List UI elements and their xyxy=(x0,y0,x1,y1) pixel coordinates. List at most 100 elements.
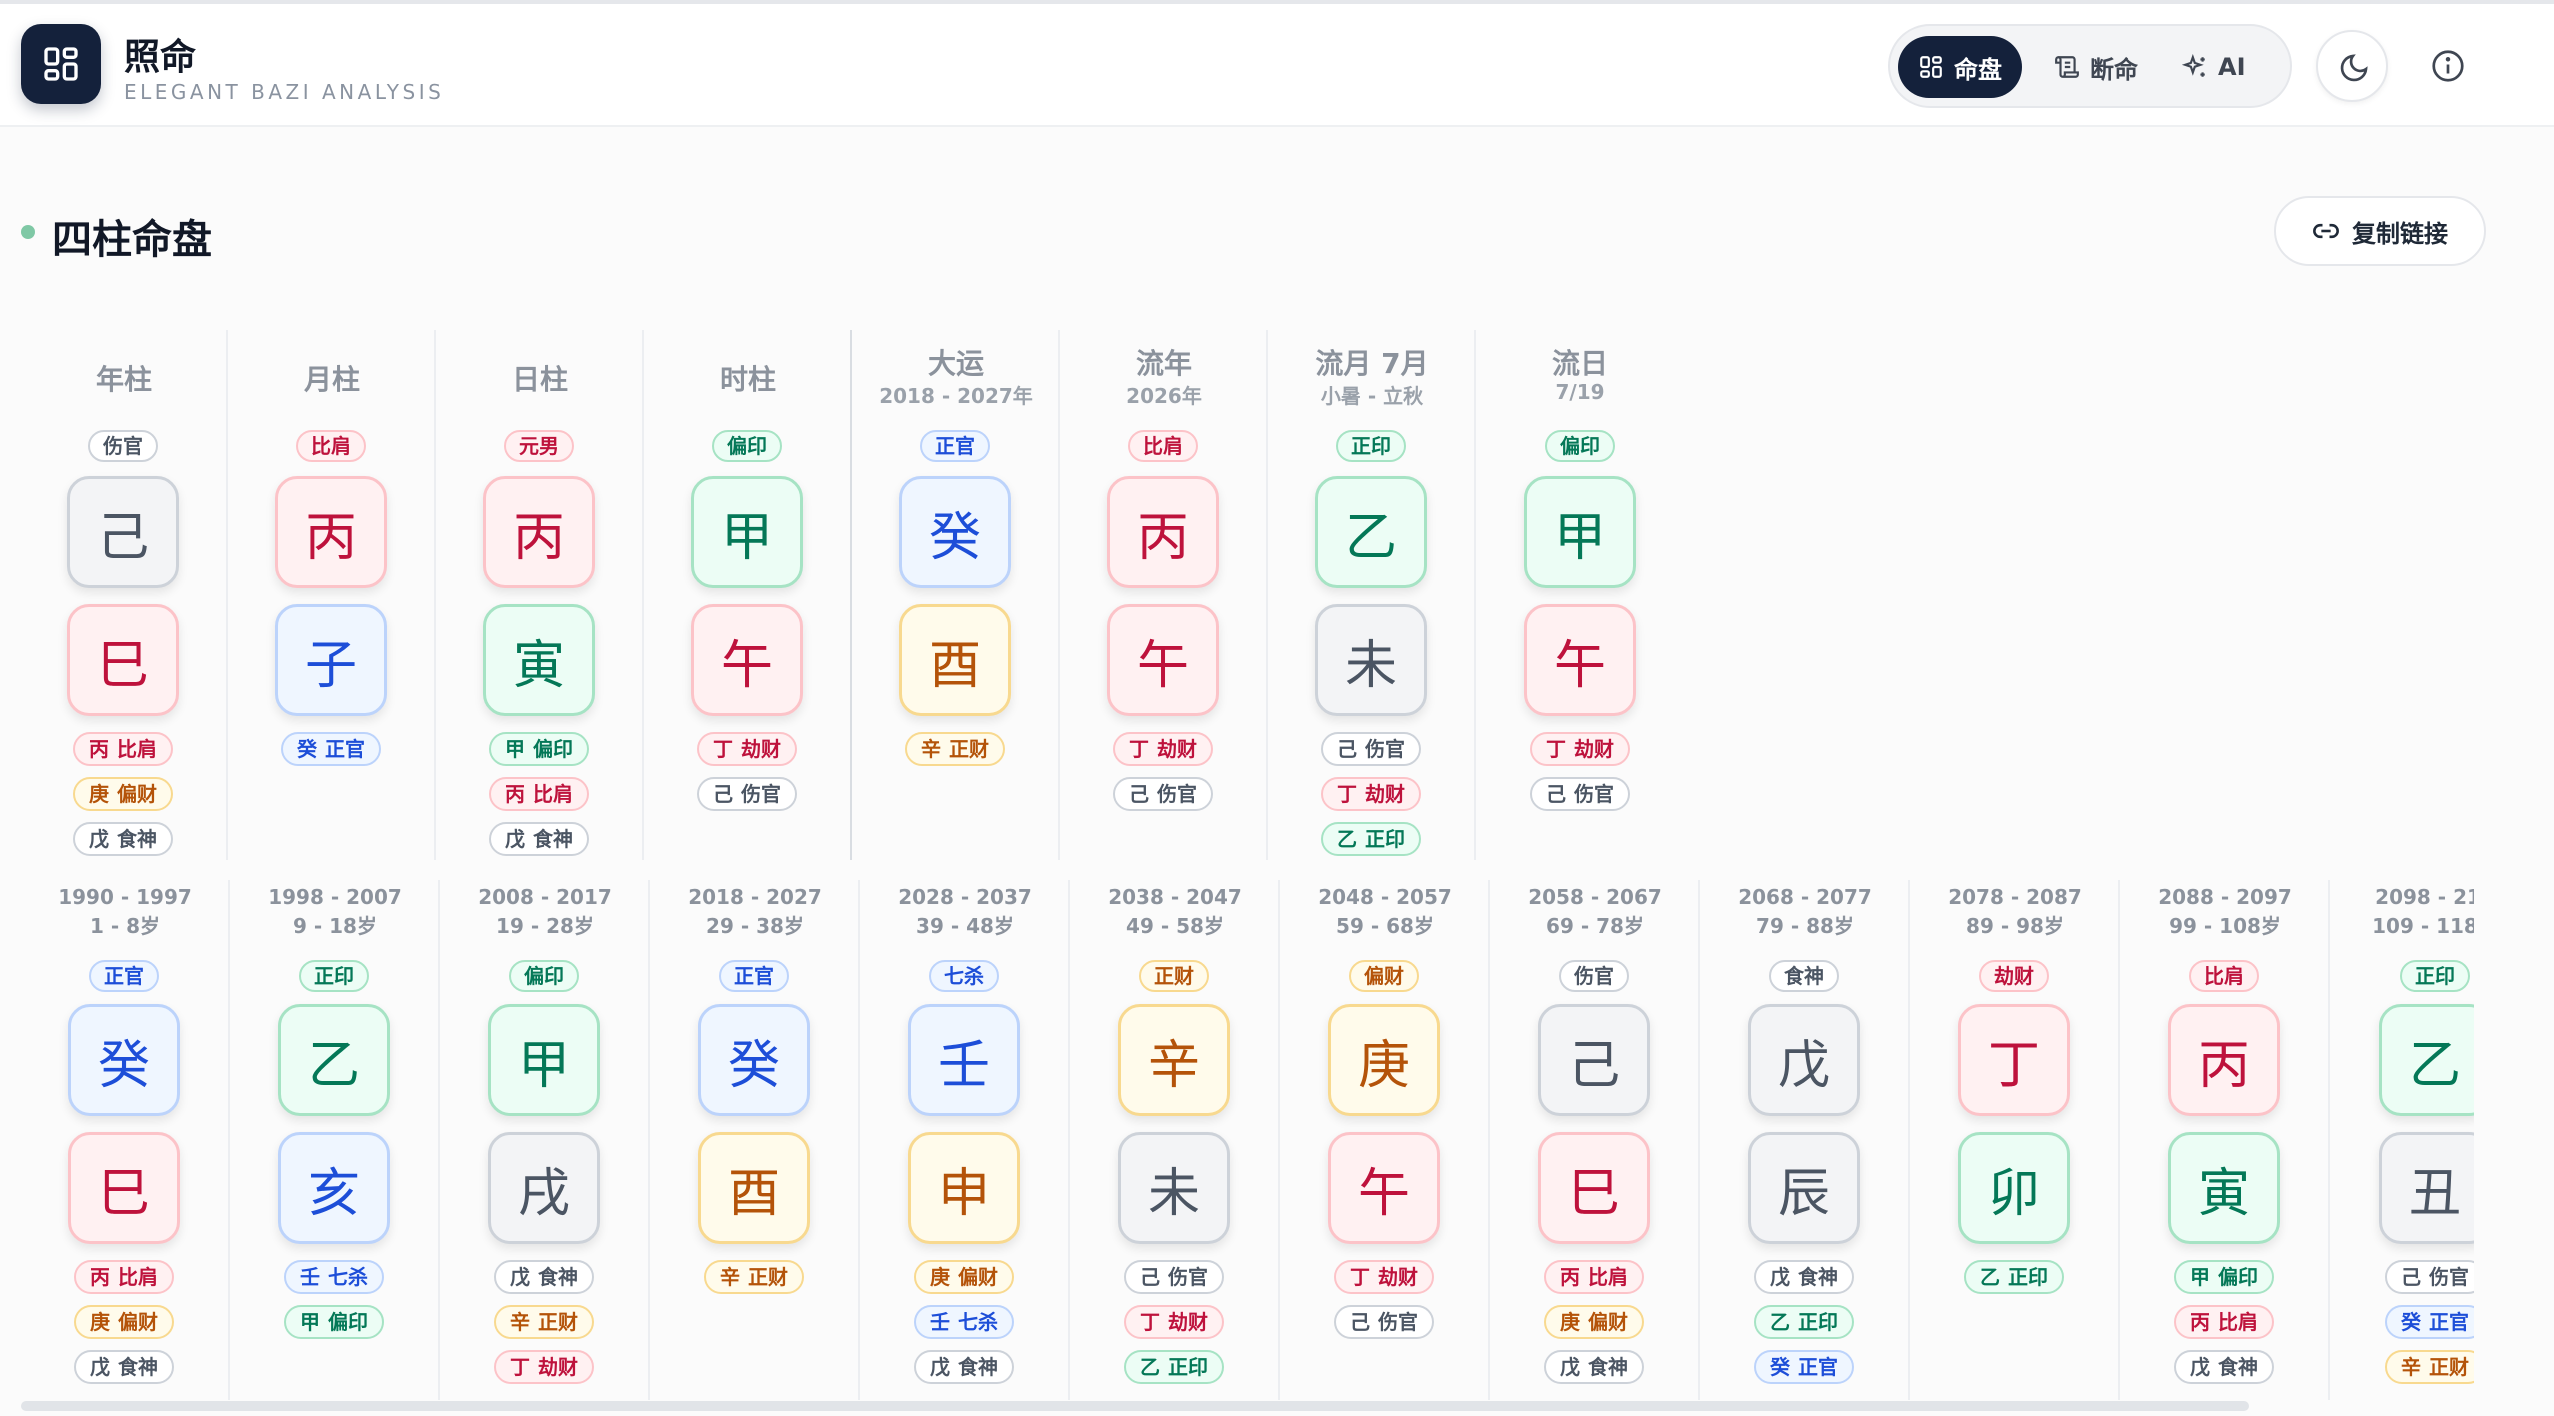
dayun-year-range: 1998 - 2007 xyxy=(268,885,402,909)
tab-ai[interactable]: AI xyxy=(2162,36,2266,98)
hidden-stem-char: 辛 xyxy=(720,1265,740,1289)
heavenly-stem-tile[interactable]: 甲 xyxy=(488,1004,600,1116)
dayun-column[interactable]: 2008 - 2017 19 - 28岁 偏印甲戌戊食神辛正财丁劫财 xyxy=(440,880,650,1400)
tab-mingpan[interactable]: 命盘 xyxy=(1898,36,2022,98)
horizontal-scrollbar[interactable] xyxy=(21,1401,2249,1411)
heavenly-stem-tile[interactable]: 辛 xyxy=(1118,1004,1230,1116)
heavenly-stem-tile[interactable]: 丙 xyxy=(1107,476,1219,588)
ten-god-badge: 正官 xyxy=(89,960,159,992)
dayun-column[interactable]: 1998 - 2007 9 - 18岁 正印乙亥壬七杀甲偏印 xyxy=(230,880,440,1400)
pillar-title: 日柱 xyxy=(511,363,568,396)
heavenly-stem-tile[interactable]: 丁 xyxy=(1958,1004,2070,1116)
hidden-stem-badge: 己伤官 xyxy=(1530,777,1630,811)
hidden-stem-god: 正官 xyxy=(2429,1310,2469,1334)
hidden-stem-char: 壬 xyxy=(930,1310,950,1334)
hidden-stem-god: 劫财 xyxy=(1168,1310,1208,1334)
heavenly-stem-tile[interactable]: 癸 xyxy=(698,1004,810,1116)
ten-god-badge: 正印 xyxy=(1336,430,1406,462)
dayun-column[interactable]: 2078 - 2087 89 - 98岁 劫财丁卯乙正印 xyxy=(1910,880,2120,1400)
dayun-column[interactable]: 2088 - 2097 99 - 108岁 比肩丙寅甲偏印丙比肩戊食神 xyxy=(2120,880,2330,1400)
dayun-column[interactable]: 2068 - 2077 79 - 88岁 食神戊辰戊食神乙正印癸正官 xyxy=(1700,880,1910,1400)
pillar-title: 月柱 xyxy=(303,363,360,396)
dayun-age-range: 1 - 8岁 xyxy=(89,914,161,938)
ten-god-badge: 正印 xyxy=(299,960,369,992)
dayun-column[interactable]: 2038 - 2047 49 - 58岁 正财辛未己伤官丁劫财乙正印 xyxy=(1070,880,1280,1400)
earthly-branch-tile[interactable]: 卯 xyxy=(1958,1132,2070,1244)
hidden-stem-god: 劫财 xyxy=(1574,737,1614,761)
info-button[interactable] xyxy=(2412,30,2484,102)
earthly-branch-tile[interactable]: 午 xyxy=(1524,604,1636,716)
main-nav: 命盘 断命 AI xyxy=(1888,24,2292,108)
earthly-branch-tile[interactable]: 酉 xyxy=(899,604,1011,716)
earthly-branch-tile[interactable]: 寅 xyxy=(483,604,595,716)
hidden-stem-god: 食神 xyxy=(958,1355,998,1379)
earthly-branch-tile[interactable]: 辰 xyxy=(1748,1132,1860,1244)
dayun-age-range: 29 - 38岁 xyxy=(706,914,804,938)
earthly-branch-tile[interactable]: 巳 xyxy=(68,1132,180,1244)
hidden-stem-badge: 戊食神 xyxy=(494,1260,594,1294)
hidden-stem-badge: 丁劫财 xyxy=(494,1350,594,1384)
hidden-stem-god: 比肩 xyxy=(118,1265,158,1289)
tab-label: 命盘 xyxy=(1954,55,2002,84)
dayun-column[interactable]: 2028 - 2037 39 - 48岁 七杀壬申庚偏财壬七杀戊食神 xyxy=(860,880,1070,1400)
hidden-stem-god: 伤官 xyxy=(1365,737,1405,761)
hidden-stem-char: 戊 xyxy=(505,827,525,851)
dayun-column[interactable]: 1990 - 1997 1 - 8岁 正官癸巳丙比肩庚偏财戊食神 xyxy=(20,880,230,1400)
tab-duanming[interactable]: 断命 xyxy=(2034,36,2158,98)
hidden-stem-god: 正印 xyxy=(1365,827,1405,851)
heavenly-stem-tile[interactable]: 乙 xyxy=(1315,476,1427,588)
earthly-branch-tile[interactable]: 亥 xyxy=(278,1132,390,1244)
hidden-stem-char: 丁 xyxy=(713,737,733,761)
heavenly-stem-tile[interactable]: 乙 xyxy=(278,1004,390,1116)
hidden-stem-god: 劫财 xyxy=(741,737,781,761)
dayun-column[interactable]: 2048 - 2057 59 - 68岁 偏财庚午丁劫财己伤官 xyxy=(1280,880,1490,1400)
hidden-stem-god: 食神 xyxy=(118,1355,158,1379)
earthly-branch-tile[interactable]: 午 xyxy=(691,604,803,716)
heavenly-stem-tile[interactable]: 戊 xyxy=(1748,1004,1860,1116)
copy-link-button[interactable]: 复制链接 xyxy=(2274,196,2486,266)
scroll-icon xyxy=(2055,56,2079,78)
heavenly-stem-tile[interactable]: 丙 xyxy=(2168,1004,2280,1116)
heavenly-stem-tile[interactable]: 己 xyxy=(67,476,179,588)
ten-god-badge: 偏印 xyxy=(509,960,579,992)
earthly-branch-tile[interactable]: 巳 xyxy=(1538,1132,1650,1244)
dayun-column[interactable]: 2058 - 2067 69 - 78岁 伤官己巳丙比肩庚偏财戊食神 xyxy=(1490,880,1700,1400)
heavenly-stem-tile[interactable]: 庚 xyxy=(1328,1004,1440,1116)
earthly-branch-tile[interactable]: 午 xyxy=(1107,604,1219,716)
earthly-branch-tile[interactable]: 申 xyxy=(908,1132,1020,1244)
heavenly-stem-tile[interactable]: 甲 xyxy=(1524,476,1636,588)
dayun-age-range: 109 - 118岁 xyxy=(2372,914,2498,938)
earthly-branch-tile[interactable]: 未 xyxy=(1118,1132,1230,1244)
hidden-stem-badge: 丁劫财 xyxy=(1530,732,1630,766)
earthly-branch-tile[interactable]: 戌 xyxy=(488,1132,600,1244)
theme-toggle-button[interactable] xyxy=(2316,30,2388,102)
heavenly-stem-tile[interactable]: 乙 xyxy=(2379,1004,2474,1116)
app-logo[interactable] xyxy=(21,24,101,104)
heavenly-stem-tile[interactable]: 癸 xyxy=(899,476,1011,588)
earthly-branch-tile[interactable]: 午 xyxy=(1328,1132,1440,1244)
heavenly-stem-tile[interactable]: 甲 xyxy=(691,476,803,588)
hidden-stem-badge: 甲偏印 xyxy=(489,732,589,766)
earthly-branch-tile[interactable]: 巳 xyxy=(67,604,179,716)
hidden-stem-char: 辛 xyxy=(921,737,941,761)
heavenly-stem-tile[interactable]: 丙 xyxy=(275,476,387,588)
earthly-branch-tile[interactable]: 丑 xyxy=(2379,1132,2474,1244)
heavenly-stem-tile[interactable]: 壬 xyxy=(908,1004,1020,1116)
hidden-stem-char: 丁 xyxy=(1337,782,1357,806)
ten-god-badge: 比肩 xyxy=(2189,960,2259,992)
hidden-stem-god: 偏财 xyxy=(958,1265,998,1289)
earthly-branch-tile[interactable]: 酉 xyxy=(698,1132,810,1244)
hidden-stem-badge: 丁劫财 xyxy=(1124,1305,1224,1339)
earthly-branch-tile[interactable]: 未 xyxy=(1315,604,1427,716)
heavenly-stem-tile[interactable]: 己 xyxy=(1538,1004,1650,1116)
earthly-branch-tile[interactable]: 寅 xyxy=(2168,1132,2280,1244)
heavenly-stem-tile[interactable]: 丙 xyxy=(483,476,595,588)
hidden-stem-char: 庚 xyxy=(1560,1310,1580,1334)
hidden-stem-god: 正财 xyxy=(2429,1355,2469,1379)
pillar-title: 流年 xyxy=(1135,347,1192,380)
dayun-column[interactable]: 2018 - 2027 29 - 38岁 正官癸酉辛正财 xyxy=(650,880,860,1400)
earthly-branch-tile[interactable]: 子 xyxy=(275,604,387,716)
heavenly-stem-tile[interactable]: 癸 xyxy=(68,1004,180,1116)
hidden-stem-god: 食神 xyxy=(538,1265,578,1289)
dayun-column[interactable]: 2098 - 210 109 - 118岁 正印乙丑己伤官癸正官辛正财 xyxy=(2330,880,2498,1400)
